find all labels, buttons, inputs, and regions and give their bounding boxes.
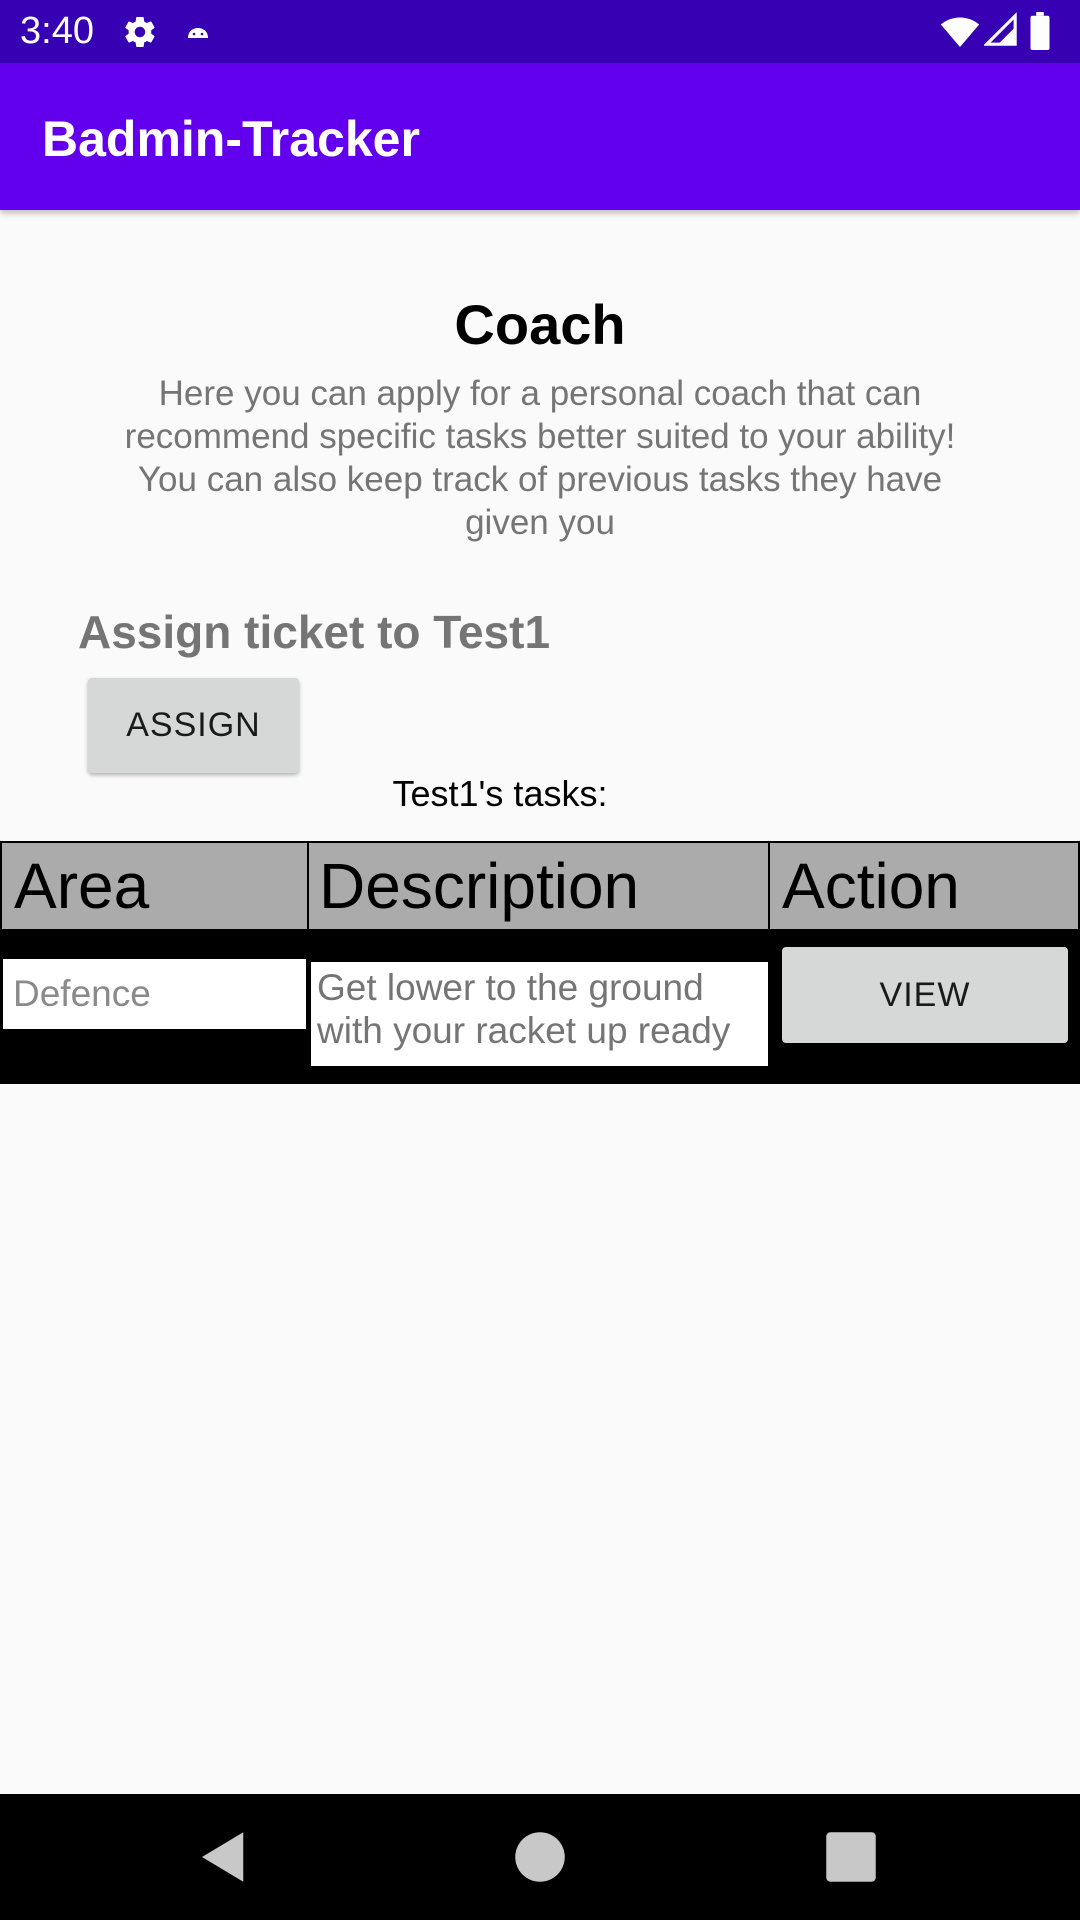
recents-icon[interactable]: [818, 1824, 884, 1890]
navigation-bar: [0, 1794, 1080, 1920]
column-header-action: Action: [770, 843, 1078, 929]
home-icon[interactable]: [507, 1824, 573, 1890]
page-description: Here you can apply for a personal coach …: [124, 374, 956, 542]
battery-icon: [1030, 12, 1050, 50]
status-time: 3:40: [20, 10, 94, 52]
task-area-cell: Defence: [3, 959, 306, 1029]
tasks-label: Test1's tasks:: [392, 773, 608, 814]
android-icon: [188, 28, 208, 38]
column-header-description: Description: [309, 843, 768, 929]
gear-icon: [125, 17, 155, 48]
app-bar: Badmin-Tracker: [0, 63, 1080, 210]
view-task-button[interactable]: VIEW: [782, 947, 1068, 1043]
page-title: Coach: [454, 293, 626, 356]
status-icons: [940, 12, 1060, 52]
assign-button[interactable]: ASSIGN: [88, 678, 299, 773]
wifi-icon: [940, 17, 980, 47]
app-title: Badmin-Tracker: [42, 111, 420, 167]
assign-heading: Assign ticket to Test1: [78, 606, 551, 658]
signal-icon: [984, 12, 1017, 46]
back-icon[interactable]: [191, 1824, 257, 1890]
task-description-cell: Get lower to the ground with your racket…: [311, 962, 768, 1066]
column-header-area: Area: [2, 843, 307, 929]
status-bar: 3:40: [0, 0, 1080, 63]
tasks-table: Area Description Action Defence Get lowe…: [0, 841, 1080, 1084]
